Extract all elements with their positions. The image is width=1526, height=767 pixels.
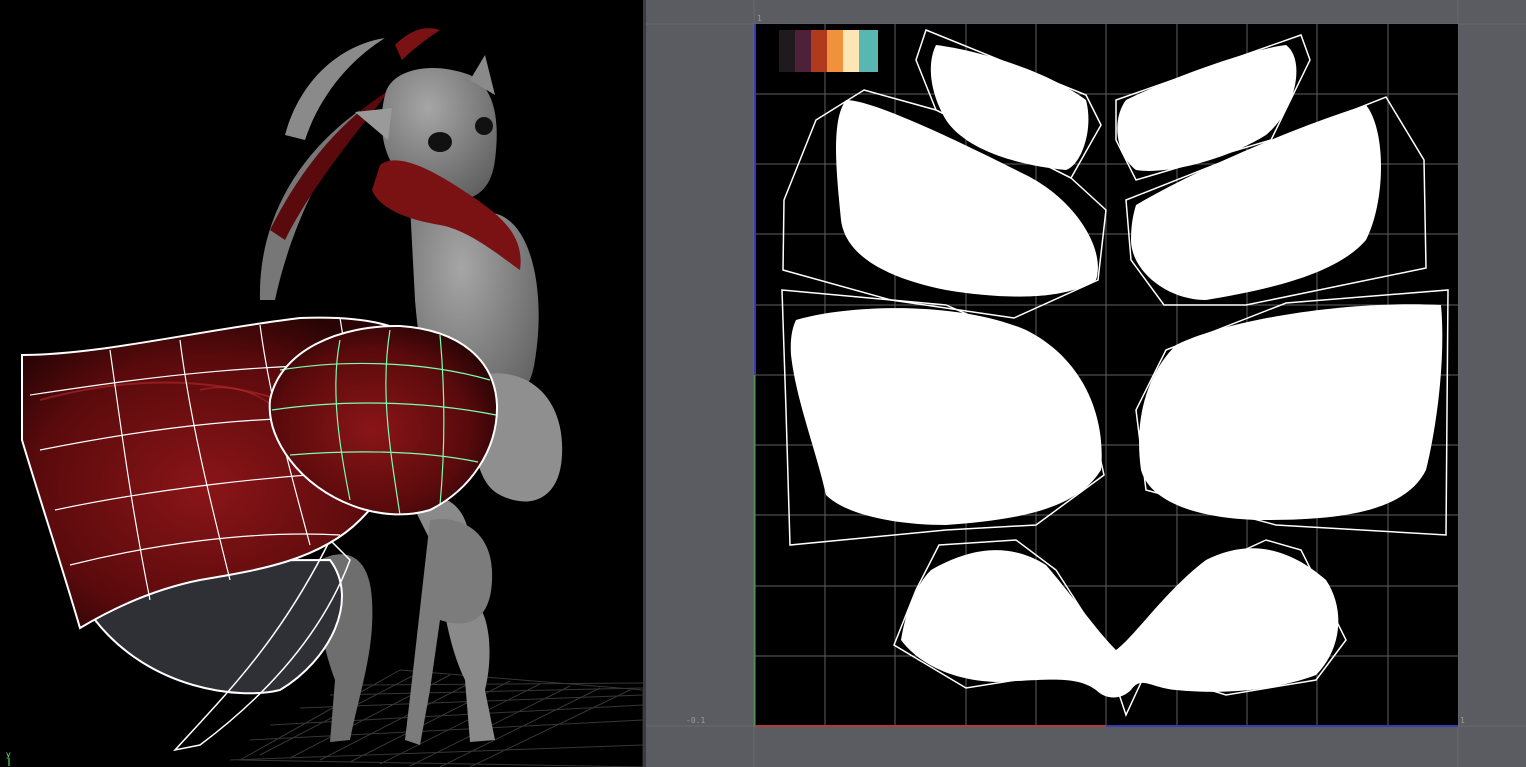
- viewport-canvas[interactable]: y: [0, 0, 643, 767]
- swatch-plum: [795, 30, 811, 72]
- color-palette: [779, 30, 878, 72]
- uv-label-top-left: 1: [757, 14, 762, 23]
- swatch-black: [779, 30, 795, 72]
- swatch-teal: [859, 30, 878, 72]
- swatch-rust: [811, 30, 827, 72]
- uv-label-bottom-left: -0.1: [686, 716, 706, 725]
- uv-canvas[interactable]: [646, 0, 1526, 767]
- axis-indicator-icon: y: [6, 750, 11, 766]
- swatch-orange: [827, 30, 843, 72]
- axis-y-label: y: [6, 750, 11, 759]
- ground-grid: [229, 669, 643, 767]
- uv-label-bottom-right: 1: [1460, 716, 1465, 725]
- 3d-viewport[interactable]: y: [0, 0, 643, 767]
- uv-texture-editor[interactable]: 1 -0.1 1: [646, 0, 1526, 767]
- swatch-cream: [843, 30, 859, 72]
